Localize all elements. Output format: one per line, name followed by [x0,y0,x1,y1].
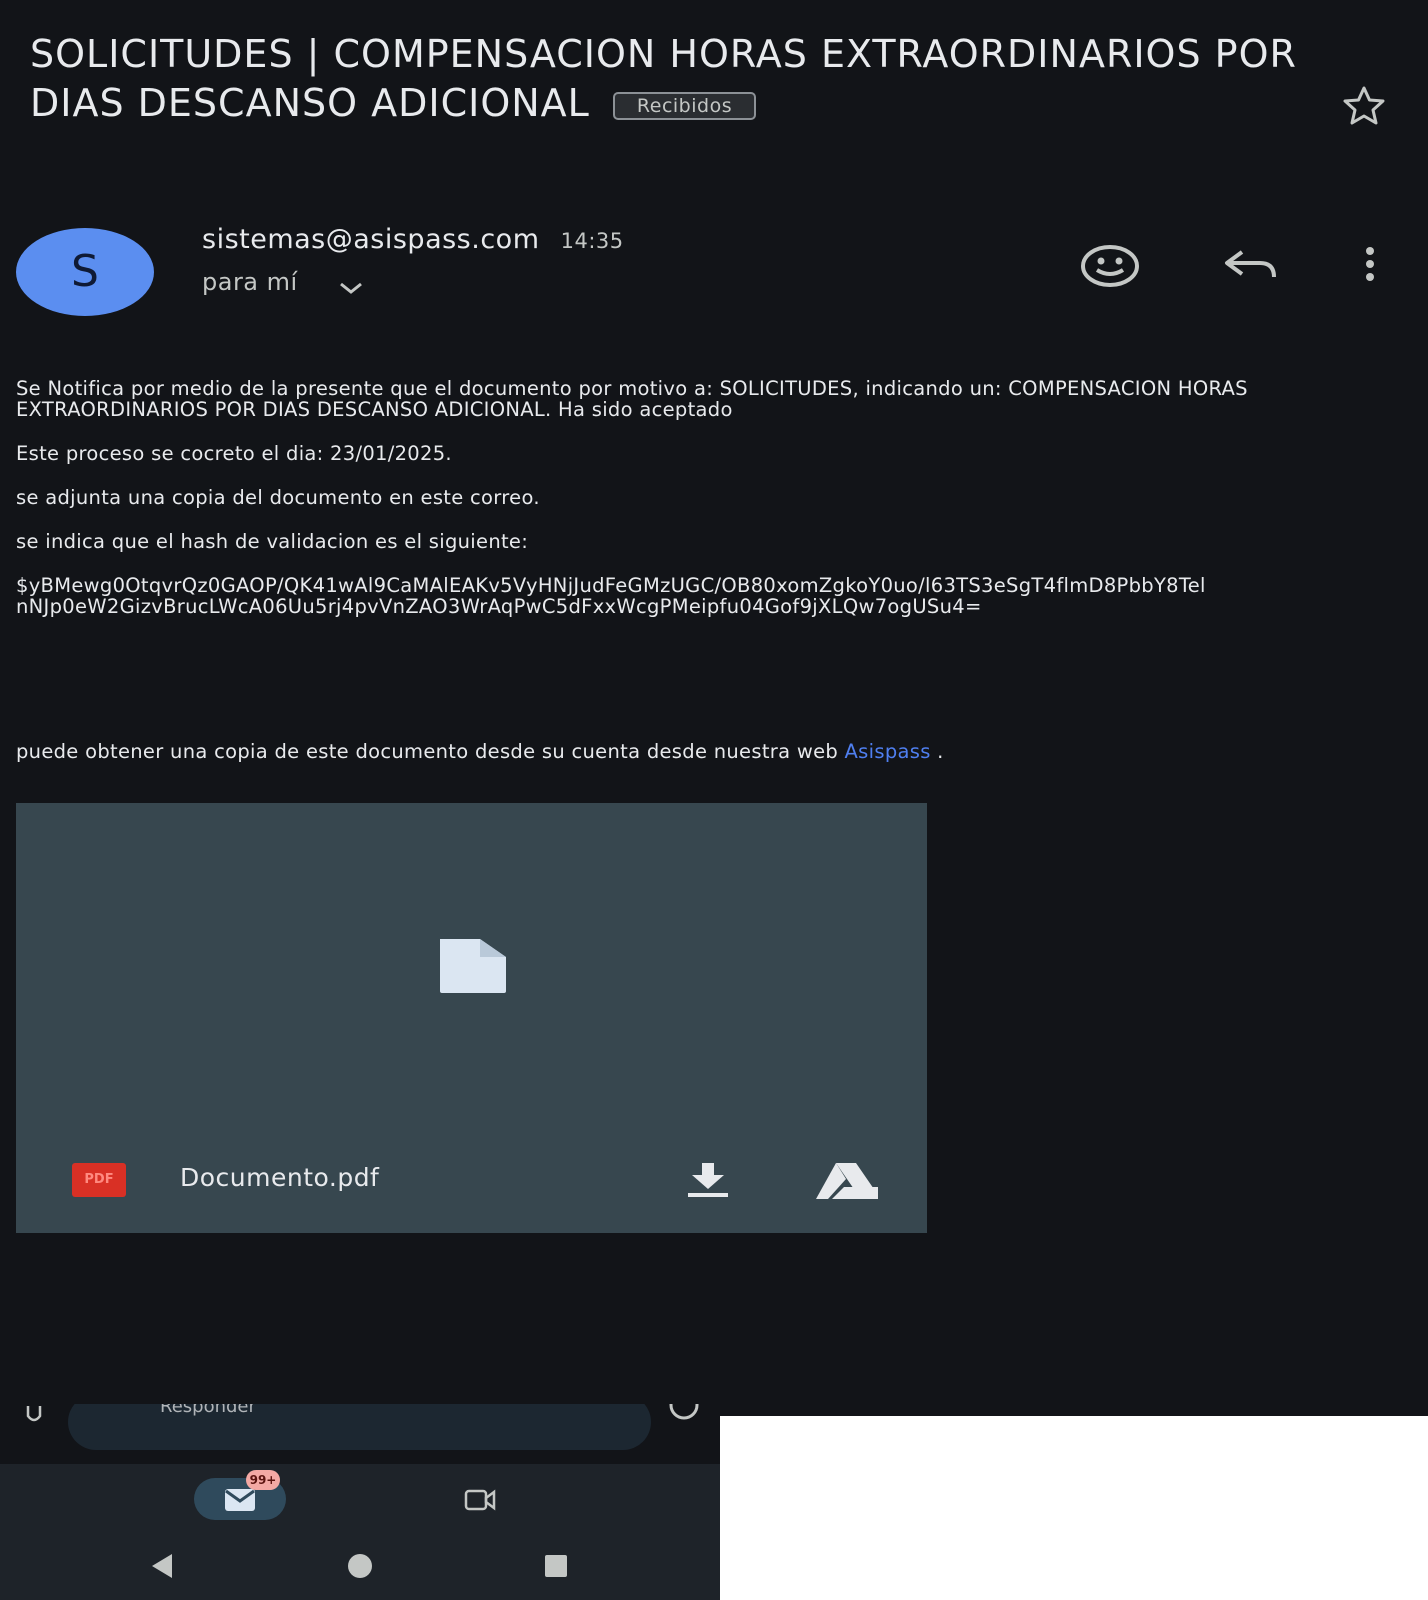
mail-icon [225,1489,255,1511]
reply-placeholder: Responder [160,1404,256,1417]
recents-icon[interactable] [544,1554,568,1578]
bottom-navigation: 99+ [0,1464,720,1600]
body-text: puede obtener una copia de este document… [16,740,839,763]
email-subject: SOLICITUDES | COMPENSACION HORAS EXTRAOR… [30,30,1300,128]
star-icon[interactable] [1336,84,1392,128]
attachment-filename: Documento.pdf [180,1163,380,1192]
pdf-badge: PDF [72,1163,126,1197]
attach-icon[interactable] [24,1404,44,1424]
blank-area [720,1416,1428,1600]
attachment-card[interactable]: PDF Documento.pdf [16,803,927,1233]
body-paragraph: puede obtener una copia de este document… [16,741,1346,762]
asispass-link[interactable]: Asispass [845,740,931,763]
body-paragraph: Se Notifica por medio de la presente que… [16,377,1248,421]
file-icon [440,939,506,993]
label-chip[interactable]: Recibidos [612,91,757,120]
back-icon[interactable] [150,1552,174,1580]
sender-line: sistemas@asispass.com 14:35 [202,224,624,255]
validation-hash: $yBMewg0OtqvrQz0GAOP/QK41wAl9CaMAlEAKv5V… [16,574,1206,618]
reply-bar: Responder [0,1404,720,1464]
body-paragraph: se adjunta una copia del documento en es… [16,486,540,509]
chevron-down-icon[interactable] [338,280,364,296]
drive-icon[interactable] [814,1161,880,1201]
home-icon[interactable] [346,1552,374,1580]
unread-badge: 99+ [246,1470,280,1490]
body-text: . [930,740,944,763]
timestamp: 14:35 [560,229,624,253]
emoji-icon[interactable] [668,1404,700,1422]
video-icon[interactable] [464,1488,496,1512]
reply-input[interactable] [68,1404,651,1450]
sender-email[interactable]: sistemas@asispass.com [202,224,540,255]
body-paragraph: Este proceso se cocreto el dia: 23/01/20… [16,442,452,465]
more-vert-icon[interactable] [1360,246,1380,282]
reply-icon[interactable] [1222,248,1278,282]
download-icon[interactable] [686,1161,730,1199]
avatar[interactable]: S [16,228,154,316]
body-paragraph: se indica que el hash de validacion es e… [16,530,529,553]
recipient-line: para mí [202,268,298,296]
email-body: Se Notifica por medio de la presente que… [16,378,1346,785]
emoji-icon[interactable] [1080,244,1140,288]
